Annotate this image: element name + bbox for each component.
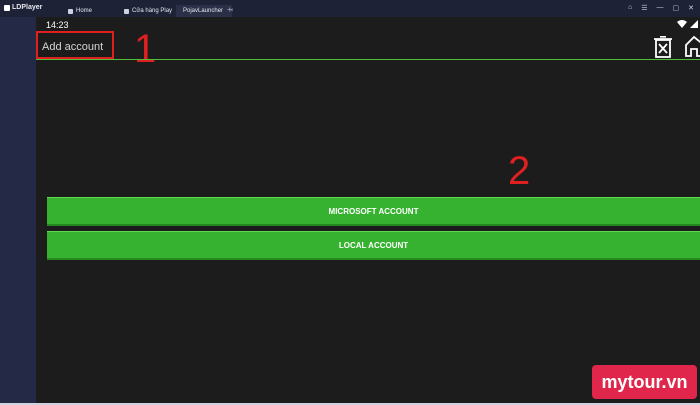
maximize-icon[interactable]: ▢: [673, 4, 680, 12]
annotation-number-1: 1: [134, 27, 157, 71]
delete-account-icon[interactable]: [654, 36, 672, 58]
status-icons: [677, 20, 698, 28]
tab-label: Home: [76, 8, 93, 14]
microsoft-account-button[interactable]: MICROSOFT ACCOUNT: [47, 197, 700, 226]
header-divider: [36, 59, 700, 60]
tab-label: Cửa hàng Play: [132, 8, 173, 14]
annotation-box-1: [36, 31, 114, 59]
close-icon[interactable]: ✕: [688, 4, 694, 12]
emulator-brand: LDPlayer: [4, 4, 42, 11]
tab-label: PojavLauncher: [183, 8, 224, 14]
emulator-sidebar: [0, 17, 37, 403]
wifi-icon: [677, 20, 687, 28]
local-account-button[interactable]: LOCAL ACCOUNT: [47, 231, 700, 260]
tab-home[interactable]: Home: [64, 5, 96, 17]
window-controls: ⌂ ☰ — ▢ ✕: [628, 4, 694, 12]
minimize-icon[interactable]: —: [657, 4, 664, 12]
status-time: 14:23: [46, 20, 69, 30]
emulator-titlebar: LDPlayer Home Cửa hàng Play × PojavLaunc…: [0, 0, 700, 17]
menu-icon[interactable]: ☰: [641, 4, 647, 12]
play-store-tab-icon: [124, 8, 129, 14]
home-tab-icon: [68, 8, 73, 14]
brand-label: LDPlayer: [12, 4, 43, 11]
signal-icon: [690, 20, 698, 28]
android-screen: 14:23 Add account 1 2 MICROSOFT ACCOUNT …: [36, 17, 700, 403]
mytour-watermark: mytour.vn: [592, 365, 697, 399]
ldplayer-logo-icon: [4, 4, 10, 11]
new-tab-button[interactable]: +: [227, 5, 232, 14]
home-icon[interactable]: [684, 35, 700, 57]
annotation-number-2: 2: [508, 149, 531, 193]
tab-pojavlauncher[interactable]: PojavLauncher ×: [176, 5, 234, 17]
gamepad-icon[interactable]: ⌂: [628, 4, 632, 12]
